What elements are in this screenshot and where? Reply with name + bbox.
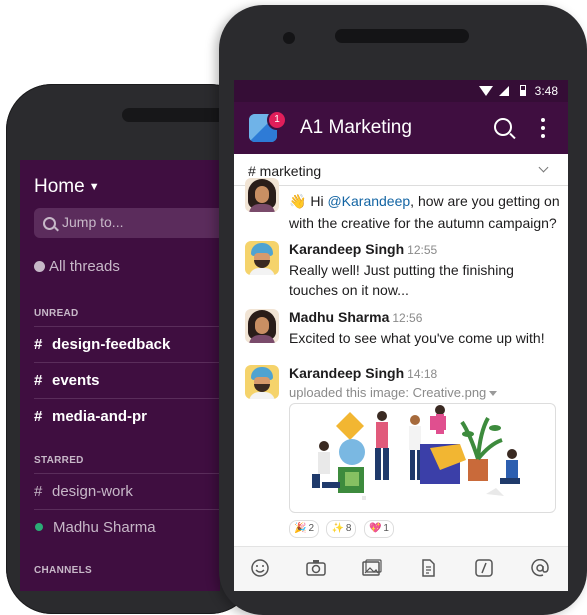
notification-badge: 1 xyxy=(267,110,287,130)
wifi-icon xyxy=(479,86,493,96)
starred-section-label: STARRED xyxy=(34,455,84,466)
channel-item-design-work[interactable]: # design-work xyxy=(34,483,133,500)
message-timestamp: 12:55 xyxy=(407,243,438,257)
search-icon[interactable] xyxy=(494,118,512,136)
message-timestamp: 12:56 xyxy=(392,311,423,325)
file-icon[interactable] xyxy=(418,559,438,577)
hash-icon: # xyxy=(34,408,43,425)
channel-label: design-work xyxy=(52,483,133,500)
message-sender[interactable]: Madhu Sharma 12:56 xyxy=(289,309,422,325)
battery-icon xyxy=(520,85,526,96)
reaction-heart[interactable]: 💖 1 xyxy=(363,520,394,538)
all-threads-label: All threads xyxy=(49,258,120,275)
channel-item-media-and-pr[interactable]: # media-and-pr xyxy=(34,408,147,425)
emoji-icon[interactable] xyxy=(250,559,270,577)
channel-label: events xyxy=(52,372,100,389)
avatar[interactable] xyxy=(245,309,279,343)
signal-icon xyxy=(499,86,509,96)
composer-toolbar xyxy=(234,546,568,591)
home-menu[interactable]: Home ▼ xyxy=(34,176,100,198)
message-text-segment: Hi xyxy=(310,193,328,209)
message-sender[interactable]: Karandeep Singh 12:55 xyxy=(289,241,437,257)
sparkles-emoji-icon: ✨ xyxy=(331,523,344,534)
channel-item-events[interactable]: # events xyxy=(34,372,100,389)
message-text: Really well! Just putting the finishing xyxy=(289,262,514,278)
sender-name: Karandeep Singh xyxy=(289,365,405,381)
divider xyxy=(34,509,220,510)
creative-illustration xyxy=(312,405,520,500)
slash-command-icon[interactable] xyxy=(474,559,494,577)
reaction-count: 2 xyxy=(308,523,315,534)
sender-name: Karandeep Singh xyxy=(289,241,405,257)
image-attachment[interactable] xyxy=(289,403,556,513)
avatar[interactable] xyxy=(245,178,279,212)
sidebar: Home ▼ Jump to... All threads UNREAD # des… xyxy=(20,160,220,591)
caret-down-icon: ▼ xyxy=(88,181,100,193)
dm-item-madhu-sharma[interactable]: Madhu Sharma xyxy=(34,519,156,536)
all-threads-item[interactable]: All threads xyxy=(34,258,120,275)
reaction-bar: 🎉 2 ✨ 8 💖 1 xyxy=(289,518,397,538)
message-timestamp: 14:18 xyxy=(407,367,438,381)
jump-to-search[interactable]: Jump to... xyxy=(34,208,220,238)
more-options-icon[interactable] xyxy=(541,118,545,140)
status-time: 3:48 xyxy=(534,84,558,98)
wave-emoji-icon: 👋 xyxy=(289,193,307,209)
divider xyxy=(34,398,220,399)
hash-icon: # xyxy=(34,336,43,353)
upload-caption[interactable]: uploaded this image: Creative.png xyxy=(289,385,498,400)
divider xyxy=(34,473,220,474)
mention-icon[interactable] xyxy=(530,558,550,577)
message-list: 👋 Hi @Karandeep, how are you getting on … xyxy=(234,178,568,546)
reaction-count: 8 xyxy=(345,523,352,534)
heart-emoji-icon: 💖 xyxy=(368,523,382,534)
channel-header[interactable]: # marketing xyxy=(234,154,568,186)
camera-icon[interactable] xyxy=(306,559,326,577)
mention-link[interactable]: @Karandeep xyxy=(327,193,410,209)
channel-label: design-feedback xyxy=(52,336,171,353)
status-bar: 3:48 xyxy=(234,80,568,102)
jump-to-placeholder: Jump to... xyxy=(62,214,124,230)
threads-icon xyxy=(34,261,45,272)
phone-speaker xyxy=(335,29,469,43)
reaction-count: 1 xyxy=(383,523,389,534)
party-emoji-icon: 🎉 xyxy=(294,523,307,534)
channels-section-label: CHANNELS xyxy=(34,565,92,576)
message-text: with the creative for the autumn campaig… xyxy=(289,215,557,231)
divider xyxy=(34,362,220,363)
upload-text: uploaded this image: Creative.png xyxy=(289,385,487,400)
channel-name: # marketing xyxy=(248,163,322,179)
home-title: Home xyxy=(34,176,85,197)
message-text: touches on it now... xyxy=(289,282,409,298)
avatar[interactable] xyxy=(245,365,279,399)
message-sender[interactable]: Karandeep Singh 14:18 xyxy=(289,365,437,381)
channel-item-design-feedback[interactable]: # design-feedback xyxy=(34,336,170,353)
reaction-party[interactable]: 🎉 2 xyxy=(289,520,320,538)
divider xyxy=(34,326,220,327)
reaction-sparkles[interactable]: ✨ 8 xyxy=(326,520,357,538)
sender-name: Madhu Sharma xyxy=(289,309,390,325)
message-text-segment: , how are you getting on xyxy=(410,193,560,209)
dm-label: Madhu Sharma xyxy=(53,519,156,536)
avatar[interactable] xyxy=(245,241,279,275)
search-icon xyxy=(43,217,56,230)
chevron-down-icon xyxy=(538,162,549,173)
online-status-icon xyxy=(35,523,43,531)
hash-icon: # xyxy=(34,372,43,389)
caret-down-icon xyxy=(489,391,498,396)
message-text: Excited to see what you've come up with! xyxy=(289,330,545,346)
unread-section-label: UNREAD xyxy=(34,308,79,319)
channel-label: media-and-pr xyxy=(52,408,148,425)
channel-screen: 3:48 1 A1 Marketing # marketing 👋 Hi @Ka… xyxy=(234,80,568,591)
gallery-icon[interactable] xyxy=(362,559,382,577)
app-header: 1 A1 Marketing xyxy=(234,102,568,154)
hash-icon: # xyxy=(34,483,43,500)
message-text: 👋 Hi @Karandeep, how are you getting on xyxy=(289,193,560,210)
workspace-name[interactable]: A1 Marketing xyxy=(300,117,412,139)
camera-lens xyxy=(283,32,295,44)
